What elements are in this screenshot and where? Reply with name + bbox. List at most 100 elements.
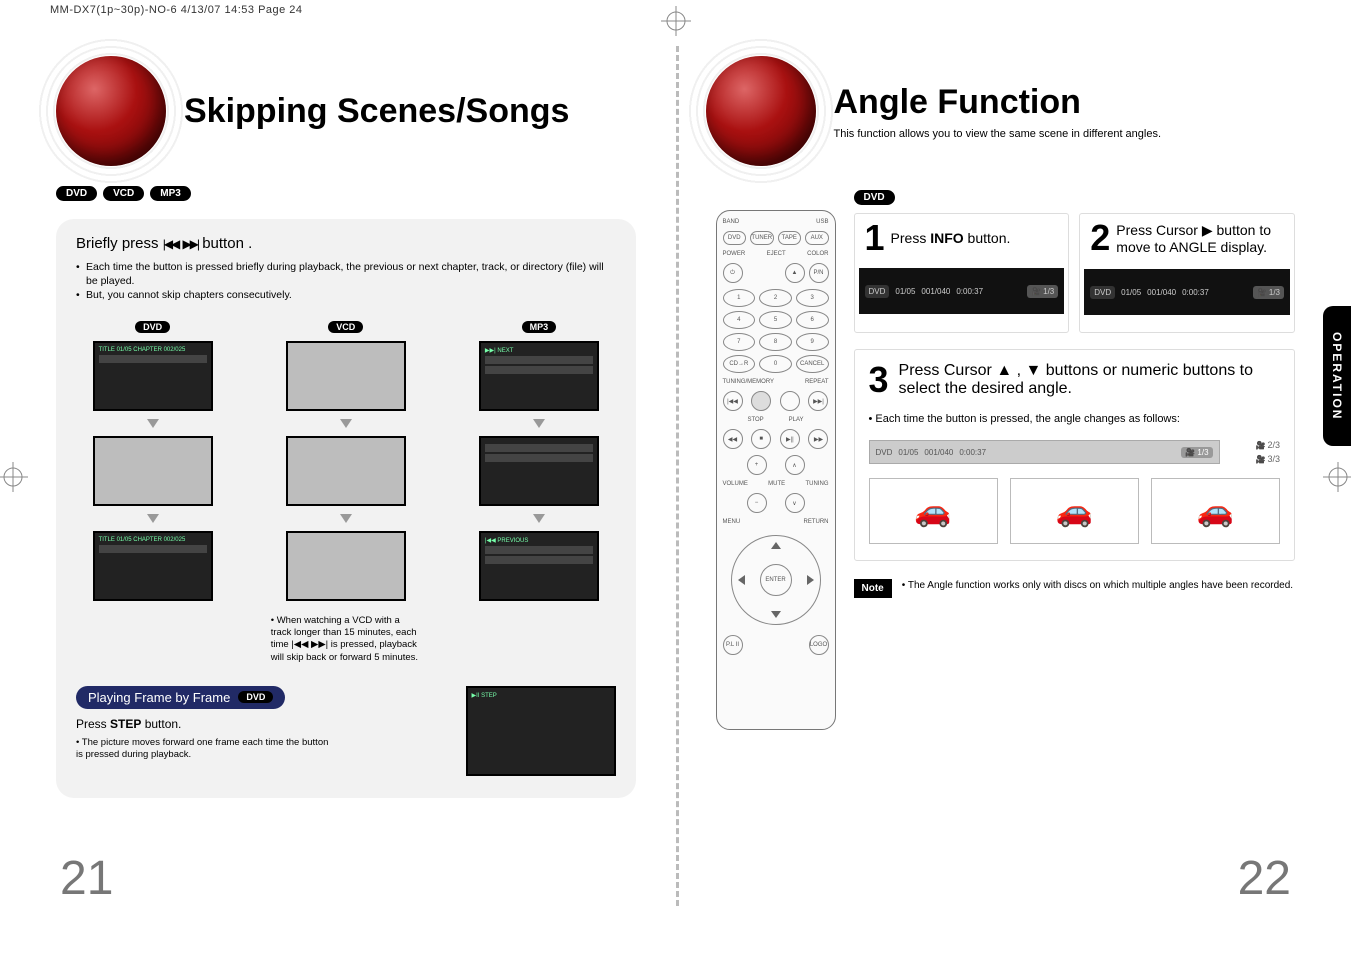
camera-icon (1256, 454, 1268, 464)
left-title: Skipping Scenes/Songs (184, 92, 569, 131)
step3-text: Press Cursor ▲ , ▼ buttons or numeric bu… (899, 362, 1280, 398)
ornament-orb (706, 56, 816, 166)
osd-chapter: 001/040 (924, 448, 953, 457)
rc-vol-up: + (747, 455, 767, 475)
osd-chapter: 001/040 (921, 287, 950, 296)
rc-stop: ■ (751, 429, 771, 449)
page-left: Skipping Scenes/Songs DVD VCD MP3 Briefl… (0, 46, 676, 906)
mp3-next-label: ▶▶| NEXT (485, 347, 593, 354)
osd-title: 01/05 (895, 287, 915, 296)
thumb-mp3-3: |◀◀ PREVIOUS (479, 531, 599, 601)
note-text: The Angle function works only with discs… (902, 579, 1293, 592)
down-arrow-icon (340, 419, 352, 428)
thumb-vcd-1 (286, 341, 406, 411)
step1-bold: INFO (930, 230, 963, 246)
thumb-mp3-1: ▶▶| NEXT (479, 341, 599, 411)
osd-dvd: DVD (876, 448, 893, 457)
rc-plii: P.L II (723, 635, 743, 655)
step-3: 3 Press Cursor ▲ , ▼ buttons or numeric … (854, 349, 1296, 561)
rc-rpt (780, 391, 800, 411)
step3-num: 3 (869, 364, 889, 396)
lead-prefix: Briefly press (76, 235, 163, 252)
step1-prefix: Press (891, 230, 931, 246)
cursor-up-icon (771, 542, 781, 549)
rc-lbl: BAND (723, 219, 740, 225)
rc-enter: ENTER (760, 564, 792, 596)
dvd-osd-text: TITLE 01/05 CHAPTER 002/025 (99, 537, 207, 543)
side-tab-text: OPERATION (1330, 332, 1344, 420)
camera-icon (1256, 440, 1268, 450)
thumb-dvd-2 (93, 436, 213, 506)
rc-lbl: USB (816, 219, 828, 225)
rc-tune-up: ∧ (785, 455, 805, 475)
rc-lbl: COLOR (807, 251, 828, 257)
remote-diagram: BANDUSB DVD TUNER TAPE AUX POWEREJECTCOL… (716, 210, 836, 730)
pill-vcd: VCD (103, 186, 144, 201)
rc-btn-dvd: DVD (723, 231, 747, 245)
step3-osd: DVD 01/05 001/040 0:00:37 1/3 (869, 440, 1220, 464)
car-angle-3: 🚗 (1151, 478, 1280, 544)
rc-btn-aux: AUX (805, 231, 829, 245)
thumb-mp3-2 (479, 436, 599, 506)
frame-title-badge: Playing Frame by Frame DVD (76, 686, 285, 709)
rc-num-5: 5 (759, 311, 792, 329)
rc-btn-tuner: TUNER (750, 231, 774, 245)
right-subtitle: This function allows you to view the sam… (834, 128, 1162, 140)
osd-angle-3: 3/3 (1267, 454, 1280, 464)
car-angle-1: 🚗 (869, 478, 998, 544)
frame-step-bold: STEP (110, 717, 141, 731)
step1-num: 1 (865, 222, 885, 254)
rc-lbl: VOLUME (723, 481, 748, 487)
thumb-vcd-2 (286, 436, 406, 506)
frame-step-text: Press STEP button. (76, 717, 436, 731)
osd-dvd: DVD (865, 285, 890, 298)
rc-num-7: 7 (723, 333, 756, 351)
osd-time: 0:00:37 (1182, 288, 1209, 297)
dvd-osd-text: TITLE 01/05 CHAPTER 002/025 (99, 347, 207, 353)
step2-num: 2 (1090, 222, 1110, 254)
frame-step-suffix: button. (141, 717, 181, 731)
note-label: Note (854, 579, 892, 598)
right-title: Angle Function (834, 83, 1162, 122)
down-arrow-icon (147, 514, 159, 523)
rc-prev: |◀◀ (723, 391, 743, 411)
cursor-down-icon (771, 611, 781, 618)
osd-angle: 1/3 (1027, 285, 1058, 298)
crop-mark-top (661, 6, 691, 36)
frame-step-prefix: Press (76, 717, 110, 731)
frame-pill: DVD (238, 691, 273, 703)
col-vcd-label: VCD (328, 321, 363, 333)
rc-lbl: REPEAT (805, 379, 829, 385)
rc-vol-dn: − (747, 493, 767, 513)
rc-tune-dn: ∨ (785, 493, 805, 513)
rc-color: P/N (809, 263, 829, 283)
rc-lbl: MENU (723, 519, 741, 525)
rc-num-2: 2 (759, 289, 792, 307)
lead-bullet-2: But, you cannot skip chapters consecutiv… (76, 288, 616, 302)
rc-num-9: 9 (796, 333, 829, 351)
vcd-note: When watching a VCD with a track longer … (271, 615, 421, 664)
rc-lbl: PLAY (789, 417, 804, 423)
rc-power: ⏻ (723, 263, 743, 283)
rc-cdrip: CD→R (723, 355, 756, 373)
rc-num-0: 0 (759, 355, 792, 373)
rc-lbl: TUNING/MEMORY (723, 379, 775, 385)
cursor-left-icon (738, 575, 745, 585)
car-angle-2: 🚗 (1010, 478, 1139, 544)
osd-angle: 1/3 (1253, 286, 1284, 299)
lead-suffix: button . (202, 235, 252, 252)
down-arrow-icon (147, 419, 159, 428)
ornament-orb (56, 56, 166, 166)
rc-num-1: 1 (723, 289, 756, 307)
rc-dpad: ENTER (731, 535, 821, 625)
cursor-right-icon (807, 575, 814, 585)
frame-note: The picture moves forward one frame each… (76, 737, 336, 762)
step-1: 1 Press INFO button. DVD 01/05 001/040 0… (854, 213, 1070, 333)
rc-ff: ▶▶ (808, 429, 828, 449)
page-num-right: 22 (1238, 851, 1291, 906)
step3-note: Each time the button is pressed, the ang… (869, 412, 1281, 426)
rc-lbl: TUNING (806, 481, 829, 487)
rc-lbl: MUTE (768, 481, 785, 487)
osd-title: 01/05 (1121, 288, 1141, 297)
rc-num-8: 8 (759, 333, 792, 351)
